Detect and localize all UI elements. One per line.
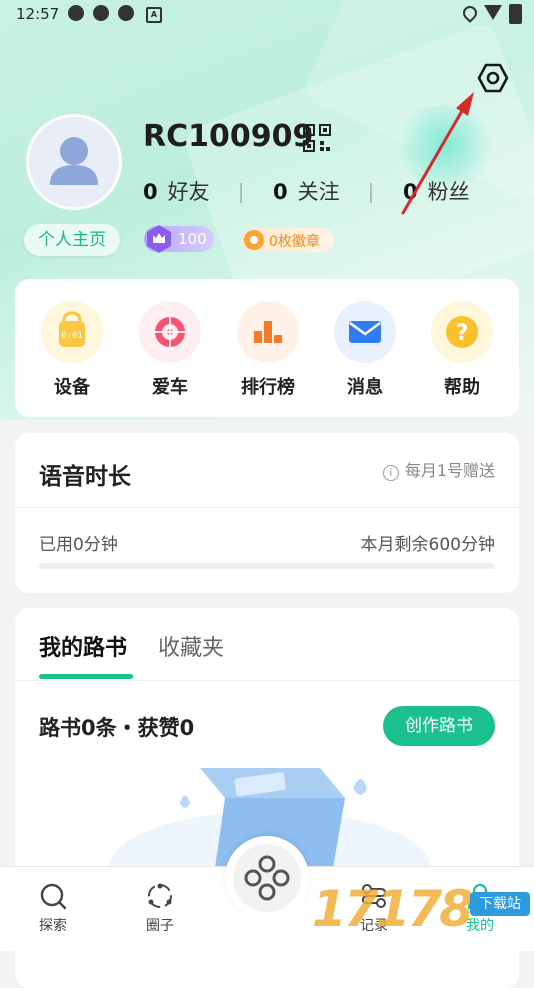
menu-item-messages[interactable]: 消息 <box>320 301 410 399</box>
nav-explore[interactable]: 探索 <box>13 881 93 935</box>
menu-item-help[interactable]: ? 帮助 <box>417 301 507 399</box>
tab-favorites[interactable]: 收藏夹 <box>158 630 224 662</box>
crown-badge-icon <box>147 225 171 253</box>
battery-icon <box>509 4 522 24</box>
default-avatar-icon <box>50 137 98 185</box>
remaining-minutes: 本月剩余600分钟 <box>360 535 495 555</box>
active-tab-indicator <box>39 674 133 679</box>
info-icon: i <box>382 465 399 481</box>
menu-item-label: 帮助 <box>444 377 480 398</box>
decorative-glow <box>390 105 500 185</box>
settings-icon[interactable] <box>477 62 509 94</box>
menu-item-label: 设备 <box>54 377 90 398</box>
medal-badge[interactable]: 0枚徽章 <box>242 228 334 252</box>
watermark-logo: 17178 <box>312 880 474 938</box>
status-time: 12:57 <box>16 5 60 23</box>
qr-code-icon[interactable] <box>303 124 331 152</box>
medal-count: 0枚徽章 <box>269 234 320 250</box>
divider <box>240 183 243 203</box>
watermark-tag: 下载站 <box>470 892 530 916</box>
fans-stat[interactable]: 0 粉丝 <box>403 180 470 204</box>
username: RC100909 <box>143 119 314 154</box>
feature-menu-card: 0:01 设备 爱车 排行榜 消息 ? 帮助 <box>15 279 519 417</box>
social-stats: 0 好友 0 关注 0 粉丝 <box>143 176 470 206</box>
level-badge[interactable]: 100 <box>144 225 214 253</box>
divider <box>15 507 519 508</box>
menu-item-device[interactable]: 0:01 设备 <box>27 301 117 399</box>
following-stat[interactable]: 0 关注 <box>273 180 340 204</box>
center-action-button[interactable] <box>225 836 309 920</box>
avatar[interactable] <box>26 114 122 210</box>
routes-summary: 路书0条・获赞0 <box>39 716 195 740</box>
status-bar: 12:57 A <box>0 0 534 28</box>
menu-item-label: 排行榜 <box>241 377 295 398</box>
help-icon: ? <box>431 301 493 363</box>
nav-label: 圈子 <box>146 918 174 934</box>
voice-progress-bar <box>39 563 495 569</box>
tab-my-routes[interactable]: 我的路书 <box>39 630 127 662</box>
location-icon <box>460 3 480 23</box>
notification-icon <box>68 5 84 21</box>
car-wheel-icon <box>139 301 201 363</box>
divider <box>370 183 373 203</box>
connect-icon <box>244 855 290 901</box>
voice-duration-card: 语音时长 i 每月1号赠送 已用0分钟 本月剩余600分钟 <box>15 433 519 593</box>
ranking-icon <box>237 301 299 363</box>
used-minutes: 已用0分钟 <box>39 535 118 555</box>
search-icon <box>40 883 67 910</box>
nav-circle[interactable]: 圈子 <box>120 881 200 935</box>
nav-label: 探索 <box>39 918 67 934</box>
menu-item-label: 爱车 <box>152 377 188 398</box>
svg-text:?: ? <box>456 321 469 346</box>
create-route-button[interactable]: 创作路书 <box>383 706 495 746</box>
menu-item-label: 消息 <box>347 377 383 398</box>
svg-text:0:01: 0:01 <box>61 331 83 341</box>
level-value: 100 <box>178 230 207 248</box>
voice-note[interactable]: i 每月1号赠送 <box>382 457 495 481</box>
menu-item-ranking[interactable]: 排行榜 <box>223 301 313 399</box>
notification-a-icon: A <box>146 7 162 23</box>
center-action-inner <box>233 844 301 912</box>
wifi-icon <box>484 5 502 20</box>
friends-stat[interactable]: 0 好友 <box>143 180 210 204</box>
voice-duration-title: 语音时长 <box>39 464 131 490</box>
notification-icon <box>93 5 109 21</box>
circle-community-icon <box>148 883 172 908</box>
message-icon <box>334 301 396 363</box>
divider <box>15 680 519 681</box>
device-icon: 0:01 <box>41 301 103 363</box>
personal-homepage-button[interactable]: 个人主页 <box>24 224 120 256</box>
notification-icon <box>118 5 134 21</box>
menu-item-car[interactable]: 爱车 <box>125 301 215 399</box>
medal-icon <box>244 230 264 250</box>
